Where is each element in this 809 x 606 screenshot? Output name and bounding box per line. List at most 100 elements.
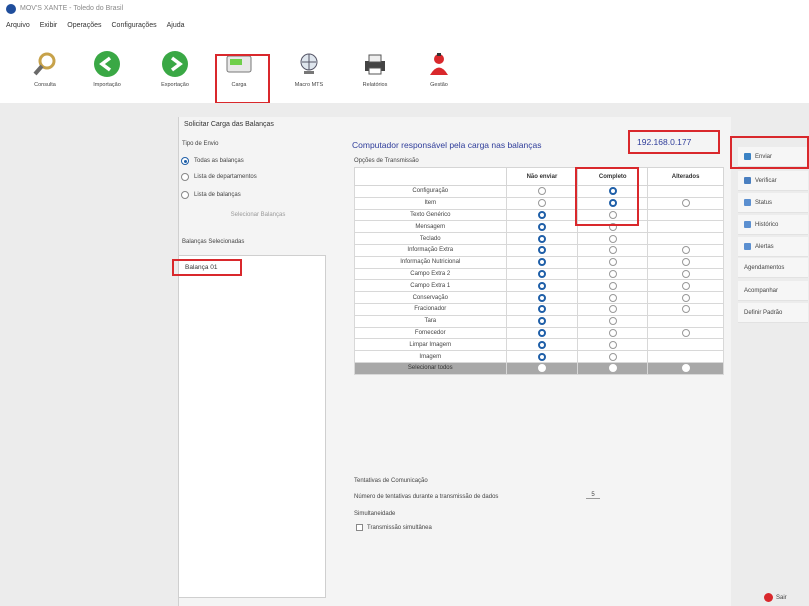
cell-alterados xyxy=(647,279,724,293)
select-all-cell-alterados xyxy=(647,361,724,375)
radio-completo[interactable] xyxy=(608,246,617,255)
radio-completo[interactable] xyxy=(608,293,617,302)
radio-nao-enviar[interactable] xyxy=(537,222,546,231)
table-row: Tara xyxy=(354,314,724,328)
app-logo-icon xyxy=(6,3,16,14)
radio-alterados[interactable] xyxy=(681,199,690,208)
radio-alterados[interactable] xyxy=(681,269,690,278)
cell-alterados xyxy=(647,220,724,234)
radio-alterados[interactable] xyxy=(681,258,690,267)
side-button-label: Acompanhar xyxy=(744,287,779,294)
radio-nao-enviar[interactable] xyxy=(537,187,546,196)
cell-nao-enviar xyxy=(505,326,579,340)
gestao-label: Gestão xyxy=(430,82,448,88)
select-all-label: Selecionar todos xyxy=(354,361,507,375)
radio-completo[interactable] xyxy=(608,281,617,290)
cell-nao-enviar xyxy=(505,279,579,293)
table-row: Campo Extra 2 xyxy=(354,267,724,281)
radio-nao-enviar[interactable] xyxy=(537,199,546,208)
table-row: Limpar Imagem xyxy=(354,338,724,352)
side-button-acompanhar[interactable]: Acompanhar xyxy=(738,281,808,301)
checkbox-box xyxy=(356,524,363,531)
radio-todas-balancas[interactable]: Todas as balanças xyxy=(181,157,244,165)
radio-nao-enviar[interactable] xyxy=(537,281,546,290)
exportacao-button[interactable]: Exportação xyxy=(148,49,202,88)
macro-mts-button[interactable]: Macro MTS xyxy=(282,49,336,88)
radio-nao-enviar[interactable] xyxy=(537,328,546,337)
close-icon xyxy=(764,593,773,602)
side-button-definir-padr-o[interactable]: Definir Padrão xyxy=(738,303,808,323)
radio-nao-enviar[interactable] xyxy=(537,293,546,302)
relatorios-button[interactable]: Relatórios xyxy=(348,49,402,88)
simultanea-label: Transmissão simultânea xyxy=(367,524,432,531)
radio-selected-indicator xyxy=(181,157,189,165)
radio-nao-enviar[interactable] xyxy=(537,269,546,278)
side-button-label: Verificar xyxy=(755,177,777,184)
radio-alterados[interactable] xyxy=(681,293,690,302)
radio-nao-enviar[interactable] xyxy=(537,352,546,361)
menu-arquivo[interactable]: Arquivo xyxy=(6,22,30,29)
side-button-status[interactable]: Status xyxy=(738,193,808,213)
radio-completo[interactable] xyxy=(608,340,617,349)
cell-nao-enviar xyxy=(505,314,579,328)
radio-nao-enviar[interactable] xyxy=(537,210,546,219)
side-button-label: Histórico xyxy=(755,221,779,228)
radio-nao-enviar[interactable] xyxy=(537,234,546,243)
side-button-label: Agendamentos xyxy=(744,264,785,271)
select-all-radio-nao-enviar[interactable] xyxy=(537,364,546,373)
radio-departamentos-label: Lista de departamentos xyxy=(194,174,257,180)
menu-operacoes[interactable]: Operações xyxy=(67,22,101,29)
radio-alterados[interactable] xyxy=(681,281,690,290)
cell-alterados xyxy=(647,314,724,328)
tentativas-input[interactable]: 5 xyxy=(586,492,600,499)
radio-alterados[interactable] xyxy=(681,246,690,255)
balancas-list[interactable]: Balança 01 xyxy=(178,255,326,598)
consulta-button[interactable]: Consulta xyxy=(18,49,72,88)
radio-alterados[interactable] xyxy=(681,305,690,314)
radio-alterados[interactable] xyxy=(681,328,690,337)
side-button-alertas[interactable]: Alertas xyxy=(738,237,808,257)
alert-icon xyxy=(744,243,751,250)
row-label: Informação Nutricional xyxy=(354,255,507,269)
radio-indicator xyxy=(181,173,189,181)
side-button-agendamentos[interactable]: Agendamentos xyxy=(738,258,808,278)
balanca-highlight-box xyxy=(172,259,242,276)
menu-configuracoes[interactable]: Configurações xyxy=(112,22,157,29)
simultanea-checkbox[interactable]: Transmissão simultânea xyxy=(356,524,432,531)
radio-completo[interactable] xyxy=(608,305,617,314)
importacao-button[interactable]: Importação xyxy=(80,49,134,88)
radio-nao-enviar[interactable] xyxy=(537,258,546,267)
menu-ajuda[interactable]: Ajuda xyxy=(167,22,185,29)
radio-nao-enviar[interactable] xyxy=(537,246,546,255)
consulta-label: Consulta xyxy=(34,82,56,88)
side-button-hist-rico[interactable]: Histórico xyxy=(738,215,808,235)
radio-lista-balancas[interactable]: Lista de balanças xyxy=(181,191,241,199)
select-all-radio-completo[interactable] xyxy=(608,364,617,373)
cell-completo xyxy=(577,279,649,293)
radio-completo[interactable] xyxy=(608,269,617,278)
radio-completo[interactable] xyxy=(608,328,617,337)
radio-nao-enviar[interactable] xyxy=(537,340,546,349)
radio-completo[interactable] xyxy=(608,317,617,326)
menu-exibir[interactable]: Exibir xyxy=(40,22,58,29)
gestao-button[interactable]: Gestão xyxy=(412,49,466,88)
side-button-label: Status xyxy=(755,199,773,206)
radio-completo[interactable] xyxy=(608,258,617,267)
radio-nao-enviar[interactable] xyxy=(537,305,546,314)
radio-completo[interactable] xyxy=(608,352,617,361)
relatorios-label: Relatórios xyxy=(362,82,388,88)
balancas-selecionadas-label: Balanças Selecionadas xyxy=(182,239,245,245)
radio-completo[interactable] xyxy=(608,234,617,243)
selecionar-balancas-button[interactable]: Selecionar Balanças xyxy=(200,208,316,222)
tentativas-text: Número de tentativas durante a transmiss… xyxy=(354,494,499,500)
radio-nao-enviar[interactable] xyxy=(537,317,546,326)
sair-button[interactable]: Sair xyxy=(764,593,787,602)
radio-lista-departamentos[interactable]: Lista de departamentos xyxy=(181,173,257,181)
row-label: Teclado xyxy=(354,232,507,245)
cell-completo xyxy=(577,338,649,352)
select-all-radio-alterados[interactable] xyxy=(681,364,690,373)
magnifier-icon xyxy=(30,49,60,79)
side-button-verificar[interactable]: Verificar xyxy=(738,171,808,191)
completo-highlight-box xyxy=(575,167,639,226)
green-arrow-right-icon xyxy=(160,49,190,79)
